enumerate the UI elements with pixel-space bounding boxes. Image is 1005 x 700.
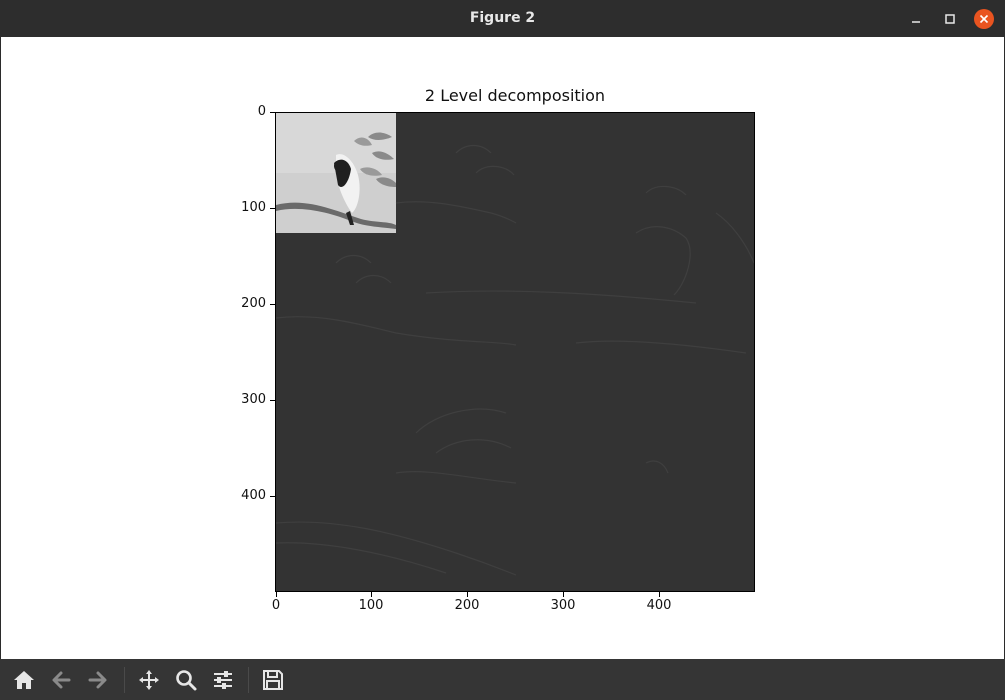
y-tick-mark <box>270 208 275 209</box>
y-tick-label: 400 <box>241 488 266 503</box>
y-tick-mark <box>270 400 275 401</box>
x-tick-mark <box>467 592 468 597</box>
y-tick-mark <box>270 112 275 113</box>
y-tick-label: 100 <box>241 200 266 215</box>
x-tick-mark <box>371 592 372 597</box>
pan-icon <box>139 670 159 690</box>
save-icon <box>263 670 283 690</box>
minimize-icon <box>912 21 920 23</box>
save-button[interactable] <box>260 667 286 693</box>
back-button[interactable] <box>48 667 74 693</box>
window-titlebar: Figure 2 <box>0 0 1005 37</box>
pan-button[interactable] <box>136 667 162 693</box>
navigation-toolbar <box>0 659 1005 700</box>
window-title: Figure 2 <box>469 10 536 26</box>
x-tick-mark <box>563 592 564 597</box>
x-tick-mark <box>276 592 277 597</box>
maximize-icon <box>945 14 955 24</box>
y-tick-mark <box>270 496 275 497</box>
y-tick-label: 200 <box>241 296 266 311</box>
close-button[interactable] <box>974 9 994 29</box>
y-tick-mark <box>270 304 275 305</box>
x-tick-label: 0 <box>271 598 281 613</box>
approximation-image <box>276 113 396 233</box>
minimize-button[interactable] <box>906 9 926 29</box>
configure-subplots-icon <box>214 671 232 689</box>
toolbar-separator <box>124 667 125 693</box>
plot-axes[interactable] <box>275 112 755 592</box>
plot-title: 2 Level decomposition <box>424 86 606 105</box>
close-icon <box>979 14 989 24</box>
home-icon <box>14 671 34 689</box>
forward-button[interactable] <box>85 667 111 693</box>
back-arrow-icon <box>52 671 71 689</box>
x-tick-label: 300 <box>550 598 576 613</box>
configure-subplots-button[interactable] <box>210 667 236 693</box>
x-tick-label: 400 <box>646 598 672 613</box>
x-tick-label: 100 <box>358 598 384 613</box>
zoom-button[interactable] <box>173 667 199 693</box>
y-tick-label: 0 <box>257 104 266 119</box>
wavelet-decomposition-image <box>276 113 754 591</box>
zoom-icon <box>176 670 197 691</box>
maximize-button[interactable] <box>940 9 960 29</box>
x-tick-mark <box>659 592 660 597</box>
home-button[interactable] <box>11 667 37 693</box>
x-tick-label: 200 <box>454 598 480 613</box>
forward-arrow-icon <box>88 671 107 689</box>
toolbar-separator <box>248 667 249 693</box>
y-tick-label: 300 <box>241 392 266 407</box>
